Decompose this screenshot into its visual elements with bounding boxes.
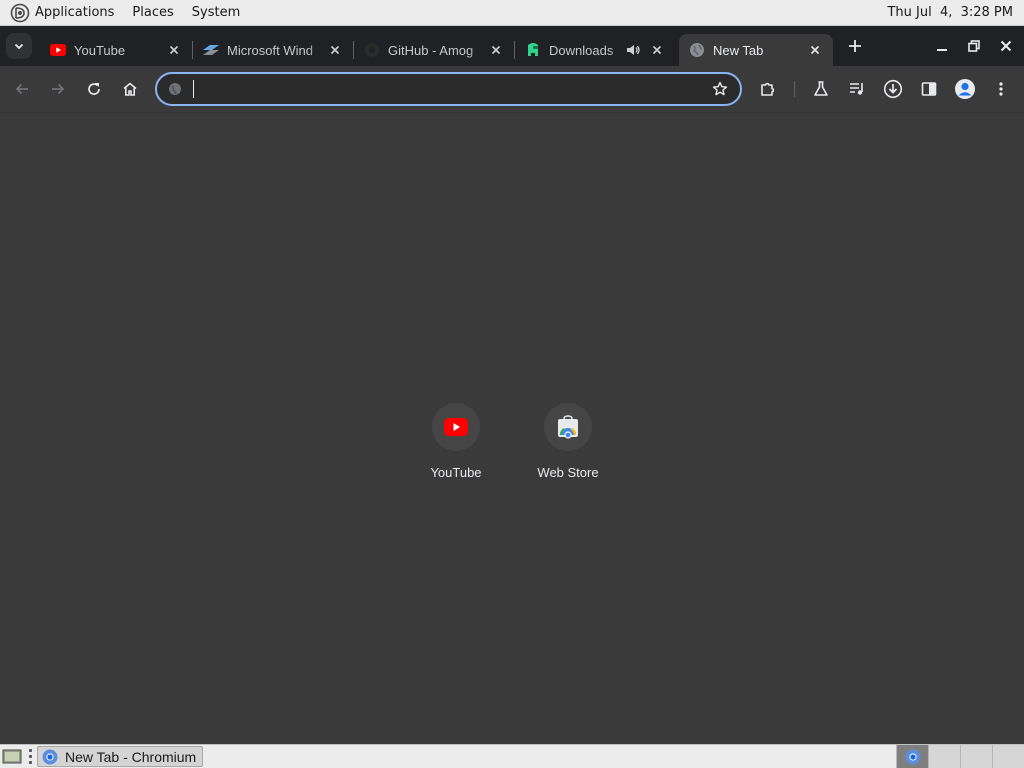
tab-strip: YouTube Microsoft Wind GitHub - Amog Dow…: [0, 26, 1024, 66]
shortcut-tile: [432, 403, 480, 451]
puzzle-icon: [761, 82, 775, 96]
home-button[interactable]: [114, 73, 146, 105]
tab-title: Microsoft Wind: [227, 42, 313, 58]
panel-grip-handle[interactable]: [27, 748, 33, 766]
applications-menu[interactable]: Applications: [0, 0, 123, 26]
show-desktop-button[interactable]: [1, 747, 23, 767]
youtube-icon: [444, 418, 468, 436]
arrow-left-icon: [15, 83, 28, 95]
taskbar-window-button[interactable]: New Tab - Chromium: [37, 746, 203, 767]
profile-button[interactable]: [949, 73, 981, 105]
desktop-icon: [2, 749, 22, 763]
reload-icon: [88, 83, 100, 95]
shortcut-label: YouTube: [430, 465, 482, 480]
taskbar-window-label: New Tab - Chromium: [65, 748, 197, 765]
forward-button[interactable]: [42, 73, 74, 105]
system-menu[interactable]: System: [183, 0, 249, 26]
chromium-icon: [905, 749, 920, 764]
tab-title: GitHub - Amog: [388, 42, 474, 58]
windows-icon: [203, 42, 219, 58]
tab-microsoft-windows[interactable]: Microsoft Wind: [193, 34, 353, 66]
queue-music-icon: [850, 83, 863, 95]
labs-button[interactable]: [805, 73, 837, 105]
close-tab-icon[interactable]: [488, 42, 504, 58]
clock[interactable]: Thu Jul 4, 3:28 PM: [887, 5, 1024, 20]
tab-downloads[interactable]: Downloads: [515, 34, 675, 66]
tab-title: YouTube: [74, 42, 126, 58]
browser-toolbar: [0, 66, 1024, 112]
workspace-4[interactable]: [992, 745, 1024, 768]
bottom-panel: New Tab - Chromium: [0, 744, 1024, 768]
arrow-right-icon: [52, 83, 65, 95]
toolbar-actions: [752, 73, 1021, 105]
distro-logo-icon: [10, 3, 30, 22]
github-icon: [364, 42, 380, 58]
chevron-down-icon: [14, 43, 24, 50]
chromium-icon: [42, 749, 58, 765]
bookmark-button[interactable]: [704, 74, 736, 104]
media-controls-button[interactable]: [841, 73, 873, 105]
shortcut-tile: [544, 403, 592, 451]
top-panel: Applications Places System Thu Jul 4, 3:…: [0, 0, 1024, 26]
address-bar[interactable]: [155, 72, 742, 106]
downloads-button[interactable]: [877, 73, 909, 105]
new-tab-button[interactable]: [841, 32, 869, 60]
minimize-button[interactable]: [926, 30, 958, 62]
web-store-icon: [558, 415, 578, 439]
extensions-button[interactable]: [752, 73, 784, 105]
new-tab-page: YouTube Web Store: [0, 112, 1024, 744]
flask-icon: [814, 81, 828, 96]
plus-icon: [849, 40, 861, 52]
close-tab-icon[interactable]: [649, 42, 665, 58]
tab-search-button[interactable]: [6, 33, 32, 59]
window-controls: [926, 30, 1024, 62]
address-input[interactable]: [191, 77, 704, 101]
search-engine-icon: [167, 81, 183, 97]
home-icon: [123, 82, 137, 96]
minimize-icon: [937, 49, 947, 51]
downloads-site-icon: [525, 42, 541, 58]
shortcuts-grid: YouTube Web Store: [0, 113, 1024, 744]
avatar-icon: [955, 79, 975, 99]
workspace-3[interactable]: [960, 745, 992, 768]
download-icon: [883, 79, 903, 99]
more-vertical-icon: [999, 82, 1003, 96]
shortcut-youtube[interactable]: YouTube: [400, 393, 512, 505]
close-window-button[interactable]: [990, 30, 1022, 62]
tab-youtube[interactable]: YouTube: [40, 34, 192, 66]
close-tab-icon[interactable]: [327, 42, 343, 58]
close-tab-icon[interactable]: [166, 42, 182, 58]
text-caret: [193, 80, 194, 98]
toolbar-divider: [794, 81, 795, 97]
tab-github[interactable]: GitHub - Amog: [354, 34, 514, 66]
close-tab-icon[interactable]: [807, 42, 823, 58]
shortcut-label: Web Store: [537, 465, 599, 480]
youtube-icon: [50, 42, 66, 58]
side-panel-icon: [921, 82, 937, 96]
tab-title: Downloads: [549, 42, 614, 58]
tab-title: New Tab: [713, 42, 764, 58]
reload-button[interactable]: [78, 73, 110, 105]
workspace-2[interactable]: [928, 745, 960, 768]
workspace-1[interactable]: [896, 745, 928, 768]
star-icon: [712, 81, 728, 96]
back-button[interactable]: [6, 73, 38, 105]
menu-button[interactable]: [985, 73, 1017, 105]
speaker-icon[interactable]: [625, 42, 641, 58]
tab-new-tab[interactable]: New Tab: [679, 34, 833, 66]
restore-button[interactable]: [958, 30, 990, 62]
workspace-switcher: [896, 745, 1024, 768]
restore-icon: [968, 40, 980, 52]
close-icon: [1000, 40, 1012, 52]
shortcut-web-store[interactable]: Web Store: [512, 393, 624, 505]
places-menu[interactable]: Places: [123, 0, 182, 26]
side-panel-button[interactable]: [913, 73, 945, 105]
applications-label: Applications: [35, 4, 115, 20]
globe-icon: [689, 42, 705, 58]
